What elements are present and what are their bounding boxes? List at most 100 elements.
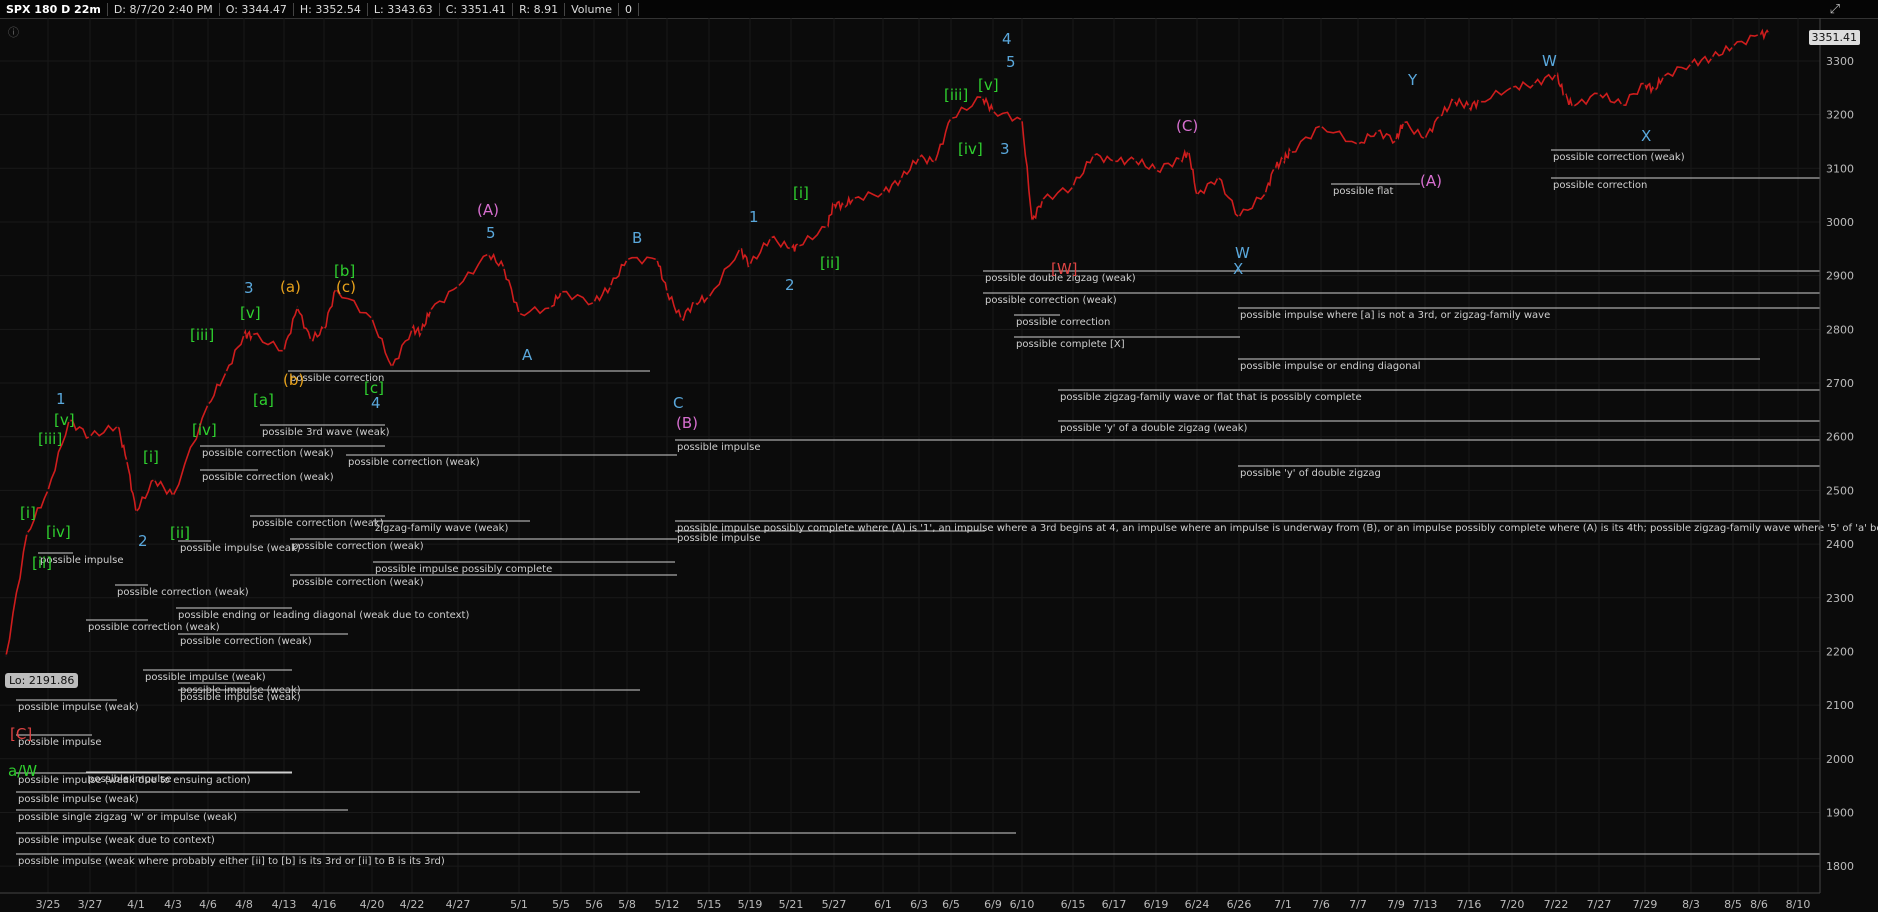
x-tick-label: 6/5 — [942, 898, 960, 911]
price-point — [1375, 129, 1379, 133]
price-point — [549, 306, 552, 310]
wave-label: (a) — [280, 278, 301, 296]
x-tick-label: 5/5 — [552, 898, 570, 911]
wave-label: [iv] — [46, 523, 71, 541]
price-point — [899, 177, 903, 181]
x-tick-label: 8/3 — [1682, 898, 1700, 911]
price-point — [370, 317, 374, 321]
wave-label: 2 — [785, 276, 795, 294]
x-tick-label: 6/26 — [1227, 898, 1252, 911]
price-point — [390, 365, 394, 369]
price-point — [4, 654, 8, 658]
price-point — [917, 156, 921, 159]
x-tick-label: 4/20 — [360, 898, 385, 911]
x-tick-label: 7/27 — [1587, 898, 1612, 911]
y-tick-label: 2700 — [1826, 377, 1854, 390]
price-point — [881, 191, 885, 194]
y-tick-label: 3200 — [1826, 109, 1854, 122]
x-tick-label: 6/24 — [1185, 898, 1210, 911]
price-point — [1112, 159, 1116, 163]
annotation-text: possible impulse (weak) — [18, 794, 139, 805]
x-tick-label: 5/21 — [779, 898, 804, 911]
price-point — [933, 160, 937, 164]
y-tick-label: 2300 — [1826, 592, 1854, 605]
price-point — [592, 301, 596, 304]
wave-label: [iv] — [958, 140, 983, 158]
annotation-text: possible impulse — [40, 555, 123, 566]
wave-label: [i] — [20, 504, 36, 522]
price-point — [679, 317, 683, 321]
annotation-text: possible correction (weak) — [292, 541, 424, 552]
price-point — [1216, 176, 1220, 179]
x-axis: 3/25 3/27 4/1 4/3 4/6 4/8 4/13 4/16 4/20 4/22 4/27… — [0, 892, 1820, 911]
y-tick-label: 2500 — [1826, 484, 1854, 497]
y-tick-label: 2900 — [1826, 270, 1854, 283]
price-point — [487, 252, 490, 256]
price-point — [796, 244, 800, 248]
price-point — [456, 285, 460, 288]
price-point — [1272, 166, 1276, 170]
price-point — [1133, 158, 1137, 162]
annotation-text: possible ending or leading diagonal (wea… — [178, 610, 469, 621]
price-point — [769, 236, 772, 240]
x-tick-label: 4/27 — [446, 898, 471, 911]
x-tick-label: 5/19 — [738, 898, 763, 911]
price-point — [693, 301, 697, 304]
price-point — [1757, 33, 1761, 37]
price-point — [410, 327, 414, 331]
wave-label: (A) — [477, 201, 499, 219]
price-chart[interactable]: possible correction possible 3rd wave (we… — [0, 0, 1878, 912]
annotation-text: possible correction (weak) — [1553, 152, 1685, 163]
price-point — [1467, 105, 1471, 108]
annotation-text: possible 'y' of a double zigzag (weak) — [1060, 423, 1248, 434]
price-point — [134, 510, 138, 514]
y-tick-label: 1800 — [1826, 860, 1854, 873]
wave-label: 4 — [1002, 30, 1012, 48]
x-tick-label: 7/6 — [1312, 898, 1330, 911]
wave-label: a/W — [8, 762, 37, 780]
price-point — [1423, 137, 1427, 141]
annotation-text: possible impulse or ending diagonal — [1240, 361, 1421, 372]
price-point — [1571, 105, 1575, 108]
price-point — [1394, 138, 1398, 142]
wave-label: A — [522, 346, 533, 364]
annotation-text: possible zigzag-family wave or flat that… — [1060, 392, 1362, 403]
x-tick-label: 4/13 — [272, 898, 297, 911]
x-tick-label: 4/3 — [164, 898, 182, 911]
x-tick-label: 6/10 — [1010, 898, 1035, 911]
price-point — [224, 370, 228, 374]
price-point — [1554, 72, 1558, 76]
x-tick-label: 4/22 — [400, 898, 425, 911]
x-tick-label: 4/8 — [235, 898, 253, 911]
y-axis: 1800 1900 2000 2100 2200 2300 2400 2500 2600 2700… — [1819, 18, 1854, 893]
price-point — [1689, 62, 1693, 66]
x-tick-label: 6/17 — [1102, 898, 1127, 911]
annotation-text: possible flat — [1333, 186, 1394, 197]
price-point — [1452, 99, 1456, 103]
wave-label: [v] — [54, 411, 75, 429]
price-point — [1264, 192, 1267, 195]
price-point — [309, 338, 313, 342]
x-tick-label: 7/1 — [1274, 898, 1292, 911]
x-tick-label: 5/27 — [822, 898, 847, 911]
x-tick-label: 8/10 — [1786, 898, 1811, 911]
annotation-text: possible single zigzag 'w' or impulse (w… — [18, 812, 237, 823]
wave-label: [i] — [143, 448, 159, 466]
price-point — [789, 247, 793, 251]
wave-label: [iv] — [192, 421, 217, 439]
y-tick-label: 2000 — [1826, 753, 1854, 766]
price-point — [738, 247, 742, 251]
price-point — [1620, 103, 1624, 107]
annotation-text: possible correction (weak) — [202, 472, 334, 483]
wave-label: (A) — [1420, 172, 1442, 190]
annotation-text: possible correction (weak) — [202, 448, 334, 459]
price-point — [206, 403, 210, 406]
wave-label: 5 — [1006, 53, 1016, 71]
price-point — [242, 333, 246, 337]
annotation-text: possible correction — [1016, 317, 1110, 328]
price-point — [419, 330, 423, 334]
y-tick-label: 2100 — [1826, 699, 1854, 712]
price-point — [1731, 45, 1735, 48]
x-tick-label: 7/16 — [1457, 898, 1482, 911]
x-tick-label: 4/1 — [127, 898, 145, 911]
